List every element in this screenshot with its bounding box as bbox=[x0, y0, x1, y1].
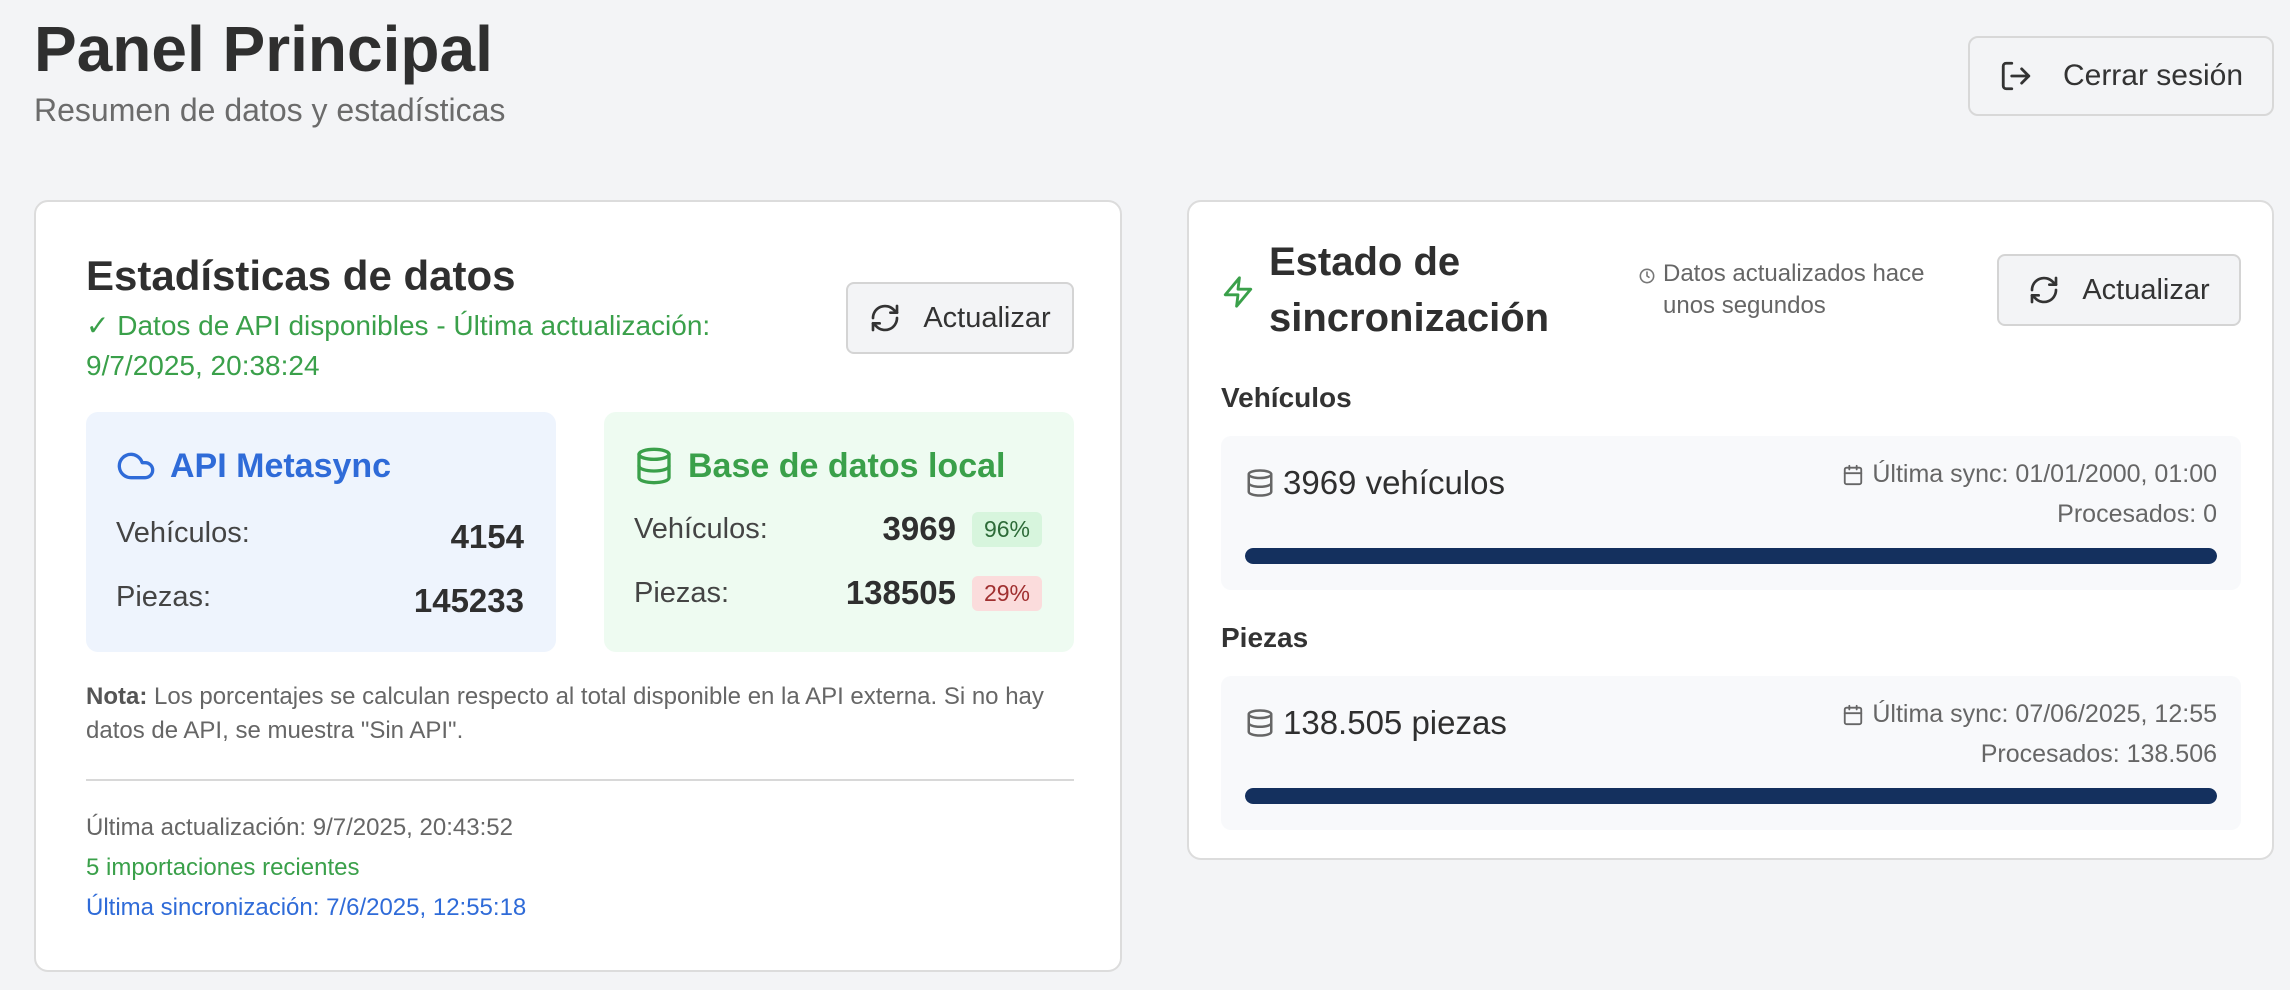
vehicles-progress-fill bbox=[1245, 548, 2217, 564]
page-subtitle: Resumen de datos y estadísticas bbox=[34, 92, 506, 128]
api-vehicles-label: Vehículos: bbox=[116, 516, 250, 549]
database-icon bbox=[1247, 709, 1273, 737]
vehicles-progress-bar bbox=[1245, 548, 2217, 564]
parts-progress-bar bbox=[1245, 788, 2217, 804]
local-parts-pct-badge: 29% bbox=[971, 575, 1042, 611]
sync-title: Estado de sincronización bbox=[1269, 240, 1550, 340]
cloud-icon bbox=[117, 452, 155, 480]
vehicles-count: 3969 vehículos bbox=[1245, 464, 1505, 502]
api-parts-label: Piezas: bbox=[116, 580, 212, 613]
api-metasync-box: API Metasync Vehículos: 4154 Piezas: 145… bbox=[86, 412, 556, 652]
clock-icon bbox=[1639, 268, 1655, 284]
parts-count: 138.505 piezas bbox=[1245, 704, 1507, 742]
local-box-title-text: Base de datos local bbox=[688, 446, 1006, 485]
page-title: Panel Principal bbox=[34, 13, 493, 85]
logout-icon bbox=[2001, 61, 2031, 91]
sync-refresh-label: Actualizar bbox=[2082, 273, 2210, 306]
parts-sync-box: 138.505 piezas Última sync: 07/06/2025, … bbox=[1221, 676, 2241, 830]
local-vehicles-label: Vehículos: bbox=[634, 512, 768, 545]
parts-processed: Procesados: 138.506 bbox=[1980, 740, 2217, 768]
api-box-title-text: API Metasync bbox=[170, 446, 392, 485]
refresh-icon bbox=[871, 304, 899, 332]
last-sync-text: Última sincronización: 7/6/2025, 12:55:1… bbox=[86, 894, 527, 921]
local-db-box: Base de datos local Vehículos: 3969 96% … bbox=[604, 412, 1074, 652]
logout-button[interactable]: Cerrar sesión bbox=[1968, 36, 2274, 116]
local-parts-label: Piezas: bbox=[634, 576, 730, 609]
calendar-icon bbox=[1844, 704, 1863, 725]
vehicles-section-label: Vehículos bbox=[1221, 382, 1352, 413]
vehicles-last-sync-text: Última sync: 01/01/2000, 01:00 bbox=[1872, 460, 2217, 488]
refresh-icon bbox=[2030, 276, 2058, 304]
parts-last-sync: Última sync: 07/06/2025, 12:55 bbox=[1842, 700, 2217, 729]
zap-icon bbox=[1223, 276, 1253, 308]
sync-refresh-button[interactable]: Actualizar bbox=[1997, 254, 2241, 326]
updated-text: Datos actualizados hace unos segundos bbox=[1663, 260, 1925, 319]
note-text: Los porcentajes se calculan respecto al … bbox=[86, 683, 1044, 744]
stats-refresh-button[interactable]: Actualizar bbox=[846, 282, 1074, 354]
parts-progress-fill bbox=[1245, 788, 2217, 804]
vehicles-processed: Procesados: 0 bbox=[2057, 500, 2217, 528]
updated-indicator: Datos actualizados hace unos segundos bbox=[1639, 258, 1929, 322]
local-vehicles-pct-badge: 96% bbox=[971, 511, 1042, 547]
local-parts-row: Piezas: 138505 29% bbox=[634, 574, 1042, 612]
last-update-text: Última actualización: 9/7/2025, 20:43:52 bbox=[86, 814, 513, 841]
api-box-title: API Metasync bbox=[116, 446, 391, 486]
vehicles-sync-box: 3969 vehículos Última sync: 01/01/2000, … bbox=[1221, 436, 2241, 590]
calendar-icon bbox=[1844, 464, 1863, 485]
recent-imports-text: 5 importaciones recientes bbox=[86, 854, 360, 881]
api-parts-value: 145233 bbox=[413, 582, 524, 619]
local-parts-value: 138505 bbox=[845, 574, 956, 611]
vehicles-last-sync: Última sync: 01/01/2000, 01:00 bbox=[1842, 460, 2217, 489]
local-vehicles-row: Vehículos: 3969 96% bbox=[634, 510, 1042, 548]
database-icon bbox=[1247, 469, 1273, 497]
logout-label: Cerrar sesión bbox=[2062, 59, 2244, 92]
api-parts-row: Piezas: 145233 bbox=[116, 574, 524, 620]
stats-refresh-label: Actualizar bbox=[923, 301, 1051, 334]
api-status: ✓ Datos de API disponibles - Última actu… bbox=[86, 310, 711, 381]
percentage-note: Nota: Los porcentajes se calculan respec… bbox=[86, 680, 1076, 748]
local-box-title: Base de datos local bbox=[634, 446, 1005, 486]
parts-count-text: 138.505 piezas bbox=[1283, 704, 1507, 741]
stats-title: Estadísticas de datos bbox=[86, 252, 516, 299]
sync-status-card: Estado de sincronización Datos actualiza… bbox=[1187, 200, 2274, 860]
parts-section-label: Piezas bbox=[1221, 622, 1309, 653]
api-vehicles-value: 4154 bbox=[450, 518, 524, 555]
stats-card: Estadísticas de datos ✓ Datos de API dis… bbox=[34, 200, 1122, 972]
divider bbox=[86, 779, 1074, 781]
database-icon bbox=[637, 447, 671, 485]
note-label: Nota: bbox=[86, 683, 148, 710]
local-vehicles-value: 3969 bbox=[882, 510, 956, 547]
vehicles-count-text: 3969 vehículos bbox=[1283, 464, 1505, 501]
dashboard-page: Panel Principal Resumen de datos y estad… bbox=[0, 0, 2290, 990]
parts-last-sync-text: Última sync: 07/06/2025, 12:55 bbox=[1872, 700, 2217, 728]
api-vehicles-row: Vehículos: 4154 bbox=[116, 510, 524, 556]
